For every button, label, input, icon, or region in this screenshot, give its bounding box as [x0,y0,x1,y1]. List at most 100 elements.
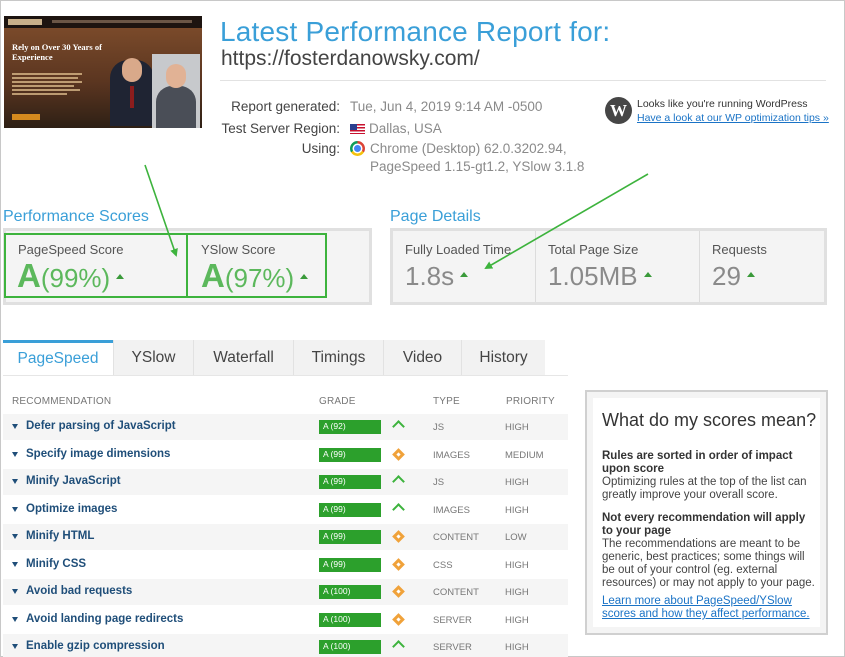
report-url: https://fosterdanowsky.com/ [221,47,480,70]
learn-more-link[interactable]: Learn more about PageSpeed/YSlow scores … [602,595,817,621]
fully-loaded-time-label: Fully Loaded Time [405,242,512,257]
table-row[interactable]: Specify image dimensions A (99) IMAGES MEDI… [3,442,568,468]
arrow-up-icon [643,272,652,277]
recommendation-priority: HIGH [505,642,529,653]
recommendation-name[interactable]: Minify JavaScript [26,475,121,487]
table-row[interactable]: Avoid landing page redirects A (100) SERVE… [3,607,568,633]
recommendation-name[interactable]: Optimize images [26,503,117,515]
recommendation-type: JS [433,422,445,433]
arrow-up-icon [746,272,755,277]
table-row[interactable]: Minify HTML A (99) CONTENT LOW [3,524,568,550]
wordpress-tips-link[interactable]: Have a look at our WP optimization tips … [637,112,829,124]
grade-bar: A (99) [319,502,381,517]
trend-neutral-icon [392,447,405,461]
rule1-title: Rules are sorted in order of impact upon… [602,450,793,475]
table-row[interactable]: Optimize images A (99) IMAGES HIGH [3,497,568,523]
grade-text: A (99) [323,558,346,569]
grade-text: A (100) [323,641,351,651]
table-row[interactable]: Minify JavaScript A (99) JS HIGH [3,469,568,495]
recommendation-type: JS [433,477,445,488]
recommendation-name[interactable]: Enable gzip compression [26,640,165,652]
header-divider [220,80,826,81]
rule1-text: Optimizing rules at the top of the list … [602,476,807,501]
recommendation-type: SERVER [433,642,472,653]
scores-help-panel: What do my scores mean? Rules are sorted… [585,390,828,635]
requests-text: 29 [712,261,741,291]
recommendation-type: SERVER [433,614,472,626]
recommendation-name[interactable]: Specify image dimensions [26,448,170,460]
grade-bar: A (100) [319,585,381,599]
scores-highlight-box [4,233,327,298]
tab-video[interactable]: Video [383,340,461,376]
expand-caret-icon[interactable] [12,451,18,457]
fully-loaded-time-text: 1.8s [405,261,455,291]
wordpress-notice: Looks like you're running WordPress [637,98,808,110]
using-versions: PageSpeed 1.15-gt1.2, YSlow 3.1.8 [370,159,585,174]
col-grade[interactable]: GRADE [319,396,356,407]
total-page-size-label: Total Page Size [548,242,639,257]
chrome-icon [350,141,365,156]
expand-caret-icon[interactable] [12,424,18,429]
rule2-text: The recommendations are meant to be gene… [602,538,815,589]
us-flag-icon [350,124,365,134]
server-region-value: Dallas, USA [350,121,442,136]
recommendation-name[interactable]: Minify HTML [26,530,94,542]
expand-caret-icon[interactable] [12,589,18,594]
table-row[interactable]: Minify CSS A (99) CSS HIGH [3,552,568,578]
trend-up-icon [392,420,405,433]
expand-caret-icon[interactable] [12,479,18,484]
page-details-title: Page Details [390,208,481,225]
recommendation-type: CONTENT [433,587,479,598]
site-thumbnail[interactable]: Rely on Over 30 Years of Experience [4,16,202,128]
arrow-up-icon [460,272,469,277]
col-priority[interactable]: PRIORITY [506,396,555,407]
wordpress-icon: W [605,97,632,124]
recommendation-name[interactable]: Avoid bad requests [26,585,132,597]
grade-bar: A (99) [319,475,381,489]
tab-timings[interactable]: Timings [293,340,383,376]
recommendation-name[interactable]: Defer parsing of JavaScript [26,420,176,432]
tab-yslow[interactable]: YSlow [113,340,193,376]
scores-highlight-divider [186,235,188,296]
recommendation-type: IMAGES [433,449,470,461]
recommendation-name[interactable]: Minify CSS [26,558,86,570]
details-divider [699,231,700,302]
page-details-box: Fully Loaded Time 1.8s Total Page Size 1… [390,228,827,305]
expand-caret-icon[interactable] [12,506,18,512]
grade-text: A (99) [323,503,346,514]
performance-scores-title: Performance Scores [3,208,149,225]
rule2-title: Not every recommendation will apply to y… [602,512,806,537]
trend-neutral-icon [392,585,405,598]
details-divider [535,231,536,302]
recommendation-priority: HIGH [505,614,529,626]
table-row[interactable]: Enable gzip compression A (100) SERVER HIGH [3,634,568,657]
report-title: Latest Performance Report for: [220,16,611,47]
total-page-size-text: 1.05MB [548,261,638,291]
tab-pagespeed[interactable]: PageSpeed [3,340,113,376]
grade-bar: A (99) [319,530,381,544]
tab-history[interactable]: History [461,340,545,376]
col-recommendation[interactable]: RECOMMENDATION [12,396,111,407]
grade-text: A (92) [323,421,346,431]
expand-caret-icon[interactable] [12,534,18,539]
table-row[interactable]: Avoid bad requests A (100) CONTENT HIGH [3,579,568,605]
expand-caret-icon[interactable] [12,561,18,567]
trend-up-icon [392,502,405,516]
tab-waterfall[interactable]: Waterfall [193,340,293,376]
col-type[interactable]: TYPE [433,396,460,407]
thumbnail-headline: Rely on Over 30 Years of Experience [12,42,102,62]
grade-text: A (99) [323,448,346,459]
thumbnail-person-1 [110,58,154,126]
thumbnail-logo [8,19,42,25]
expand-caret-icon[interactable] [12,616,18,622]
recommendation-name[interactable]: Avoid landing page redirects [26,613,183,625]
trend-neutral-icon [392,557,405,571]
grade-text: A (99) [323,531,346,541]
using-label: Using: [301,141,340,156]
trend-neutral-icon [392,612,405,626]
trend-neutral-icon [392,530,405,543]
expand-caret-icon[interactable] [12,644,18,649]
grade-bar: A (99) [319,557,381,572]
report-generated-label: Report generated: [231,99,340,114]
table-row[interactable]: Defer parsing of JavaScript A (92) JS HIGH [3,414,568,440]
